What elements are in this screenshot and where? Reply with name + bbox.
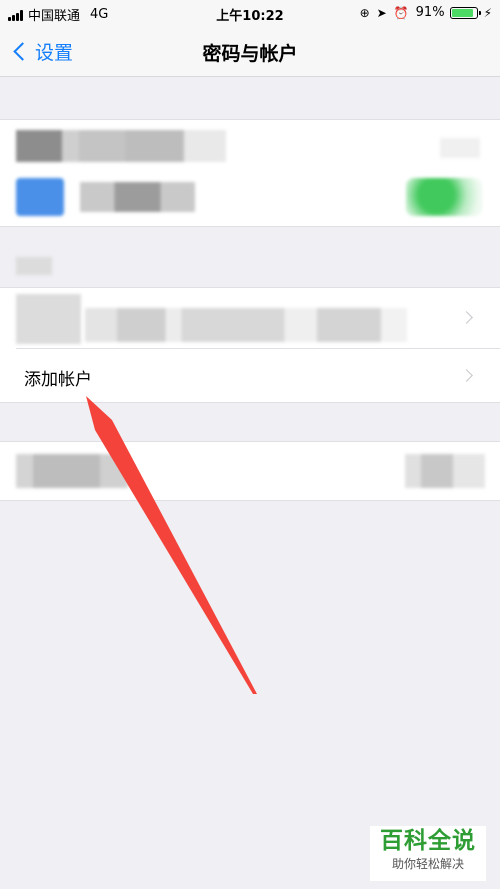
add-account-row[interactable]: 添加帐户 [0, 349, 500, 401]
watermark-title: 百科全说 [380, 828, 476, 854]
battery-percent-label: 91% [415, 5, 445, 20]
fetch-data-group [0, 441, 500, 501]
watermark-subtitle: 助你轻松解决 [391, 857, 464, 871]
add-account-label: 添加帐户 [24, 370, 92, 390]
redacted-row-indicator [440, 138, 480, 158]
battery-fill [451, 8, 474, 17]
chevron-right-icon [460, 369, 473, 382]
chevron-right-icon [460, 311, 473, 324]
battery-icon [449, 6, 481, 19]
redacted-account-detail [85, 308, 407, 342]
passwords-group [0, 119, 500, 227]
status-bar-right: ⊕ ➤ ⏰ 91% ⚡ [360, 5, 492, 20]
watermark-logo: 百科全说 助你轻松解决 [370, 826, 486, 881]
redacted-app-icon [16, 178, 64, 216]
redacted-row-label [16, 454, 128, 488]
charging-icon: ⚡ [483, 5, 492, 20]
redacted-account-row[interactable] [16, 294, 81, 344]
redacted-row-label [80, 182, 195, 212]
status-bar: 中国联通 4G 上午10:22 ⊕ ➤ ⏰ 91% ⚡ [0, 0, 500, 28]
location-icon: ➤ [376, 5, 387, 20]
redacted-row-title [16, 130, 226, 162]
redacted-toggle[interactable] [406, 178, 482, 216]
rotation-lock-icon: ⊕ [359, 5, 370, 20]
redacted-section-header [16, 257, 52, 275]
navigation-bar: 设置 密码与帐户 [0, 28, 500, 77]
alarm-icon: ⏰ [393, 5, 409, 20]
redacted-row-value [405, 454, 485, 488]
accounts-group: 添加帐户 [0, 287, 500, 403]
page-title: 密码与帐户 [202, 43, 298, 65]
